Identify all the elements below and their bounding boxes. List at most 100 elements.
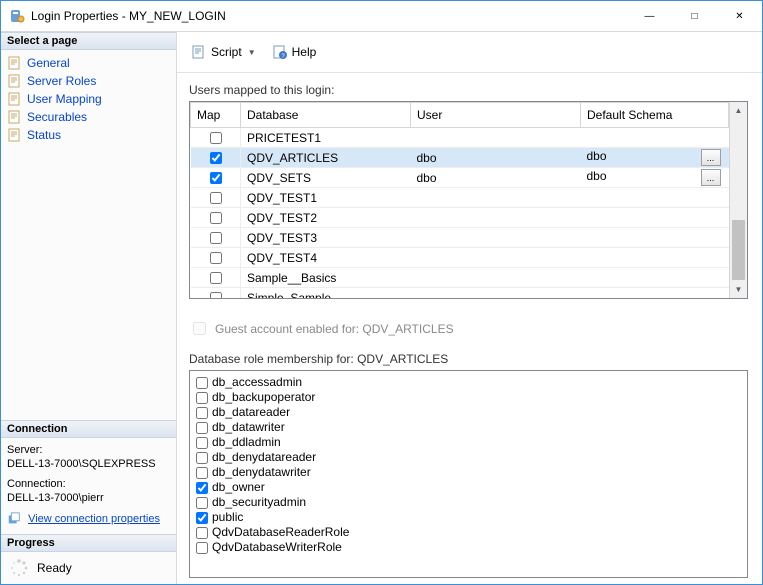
role-checkbox[interactable] <box>196 512 208 524</box>
schema-browse-button[interactable]: ... <box>701 149 721 166</box>
map-checkbox[interactable] <box>210 272 222 284</box>
map-checkbox[interactable] <box>210 252 222 264</box>
schema-cell[interactable] <box>581 228 729 248</box>
database-cell[interactable]: QDV_TEST4 <box>241 248 411 268</box>
role-item[interactable]: public <box>196 510 741 525</box>
schema-cell[interactable]: dbo... <box>581 148 729 168</box>
scroll-up-icon[interactable]: ▲ <box>730 102 747 119</box>
database-cell[interactable]: QDV_TEST1 <box>241 188 411 208</box>
map-cell[interactable] <box>191 248 241 268</box>
col-user[interactable]: User <box>411 103 581 128</box>
database-cell[interactable]: Simple_Sample <box>241 288 411 299</box>
role-checkbox[interactable] <box>196 407 208 419</box>
table-row[interactable]: QDV_TEST1 <box>191 188 729 208</box>
role-item[interactable]: db_owner <box>196 480 741 495</box>
schema-cell[interactable]: dbo... <box>581 168 729 188</box>
table-row[interactable]: Sample__Basics <box>191 268 729 288</box>
database-cell[interactable]: QDV_ARTICLES <box>241 148 411 168</box>
table-row[interactable]: QDV_TEST3 <box>191 228 729 248</box>
role-item[interactable]: db_denydatareader <box>196 450 741 465</box>
role-checkbox[interactable] <box>196 377 208 389</box>
schema-cell[interactable] <box>581 208 729 228</box>
map-cell[interactable] <box>191 168 241 188</box>
user-cell[interactable] <box>411 268 581 288</box>
map-cell[interactable] <box>191 228 241 248</box>
user-cell[interactable] <box>411 248 581 268</box>
maximize-button[interactable]: □ <box>672 2 717 31</box>
user-cell[interactable]: dbo <box>411 168 581 188</box>
map-checkbox[interactable] <box>210 132 222 144</box>
schema-cell[interactable] <box>581 248 729 268</box>
user-cell[interactable] <box>411 128 581 148</box>
role-item[interactable]: db_ddladmin <box>196 435 741 450</box>
scroll-down-icon[interactable]: ▼ <box>730 281 747 298</box>
map-cell[interactable] <box>191 288 241 299</box>
database-cell[interactable]: QDV_TEST2 <box>241 208 411 228</box>
script-button[interactable]: Script ▼ <box>185 42 262 62</box>
table-row[interactable]: QDV_SETSdbodbo... <box>191 168 729 188</box>
scroll-thumb[interactable] <box>732 220 745 280</box>
schema-cell[interactable] <box>581 188 729 208</box>
user-cell[interactable] <box>411 188 581 208</box>
map-checkbox[interactable] <box>210 172 222 184</box>
role-item[interactable]: QdvDatabaseReaderRole <box>196 525 741 540</box>
map-checkbox[interactable] <box>210 232 222 244</box>
map-cell[interactable] <box>191 188 241 208</box>
table-row[interactable]: Simple_Sample <box>191 288 729 299</box>
users-mapped-grid[interactable]: Map Database User Default Schema PRICETE… <box>189 101 748 299</box>
role-checkbox[interactable] <box>196 422 208 434</box>
grid-scrollbar[interactable]: ▲ ▼ <box>729 102 747 298</box>
map-checkbox[interactable] <box>210 152 222 164</box>
map-cell[interactable] <box>191 148 241 168</box>
role-item[interactable]: db_datawriter <box>196 420 741 435</box>
schema-cell[interactable] <box>581 288 729 299</box>
role-checkbox[interactable] <box>196 437 208 449</box>
role-checkbox[interactable] <box>196 542 208 554</box>
role-checkbox[interactable] <box>196 467 208 479</box>
role-item[interactable]: db_securityadmin <box>196 495 741 510</box>
database-cell[interactable]: PRICETEST1 <box>241 128 411 148</box>
role-item[interactable]: QdvDatabaseWriterRole <box>196 540 741 555</box>
role-checkbox[interactable] <box>196 452 208 464</box>
table-row[interactable]: QDV_TEST2 <box>191 208 729 228</box>
col-map[interactable]: Map <box>191 103 241 128</box>
nav-item-user-mapping[interactable]: User Mapping <box>5 90 172 108</box>
role-item[interactable]: db_datareader <box>196 405 741 420</box>
close-button[interactable]: ✕ <box>717 2 762 31</box>
nav-item-status[interactable]: Status <box>5 126 172 144</box>
database-cell[interactable]: QDV_TEST3 <box>241 228 411 248</box>
role-checkbox[interactable] <box>196 392 208 404</box>
role-checkbox[interactable] <box>196 527 208 539</box>
map-cell[interactable] <box>191 268 241 288</box>
table-row[interactable]: QDV_ARTICLESdbodbo... <box>191 148 729 168</box>
nav-item-securables[interactable]: Securables <box>5 108 172 126</box>
map-checkbox[interactable] <box>210 292 222 299</box>
roles-listbox[interactable]: db_accessadmindb_backupoperatordb_datare… <box>189 370 748 578</box>
nav-item-general[interactable]: General <box>5 54 172 72</box>
user-cell[interactable] <box>411 228 581 248</box>
map-cell[interactable] <box>191 208 241 228</box>
schema-browse-button[interactable]: ... <box>701 169 721 186</box>
col-default-schema[interactable]: Default Schema <box>581 103 729 128</box>
role-checkbox[interactable] <box>196 497 208 509</box>
database-cell[interactable]: Sample__Basics <box>241 268 411 288</box>
minimize-button[interactable]: — <box>627 2 672 31</box>
table-row[interactable]: QDV_TEST4 <box>191 248 729 268</box>
help-button[interactable]: ? Help <box>266 42 323 62</box>
role-item[interactable]: db_backupoperator <box>196 390 741 405</box>
table-row[interactable]: PRICETEST1 <box>191 128 729 148</box>
map-cell[interactable] <box>191 128 241 148</box>
map-checkbox[interactable] <box>210 192 222 204</box>
user-cell[interactable] <box>411 288 581 299</box>
col-database[interactable]: Database <box>241 103 411 128</box>
schema-cell[interactable] <box>581 268 729 288</box>
nav-item-server-roles[interactable]: Server Roles <box>5 72 172 90</box>
role-checkbox[interactable] <box>196 482 208 494</box>
user-cell[interactable]: dbo <box>411 148 581 168</box>
map-checkbox[interactable] <box>210 212 222 224</box>
database-cell[interactable]: QDV_SETS <box>241 168 411 188</box>
role-item[interactable]: db_accessadmin <box>196 375 741 390</box>
user-cell[interactable] <box>411 208 581 228</box>
role-item[interactable]: db_denydatawriter <box>196 465 741 480</box>
schema-cell[interactable] <box>581 128 729 148</box>
